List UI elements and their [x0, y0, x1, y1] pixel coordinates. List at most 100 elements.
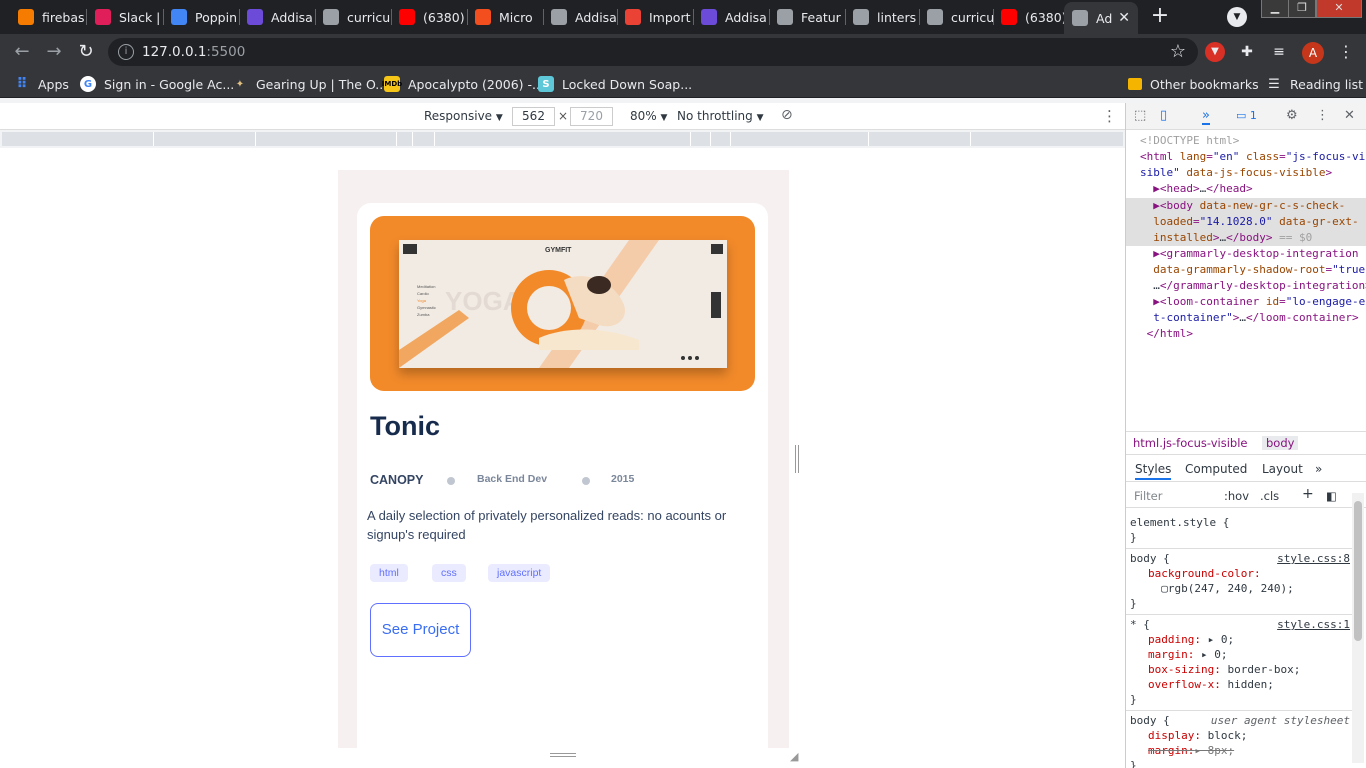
rule-source-link[interactable]: user agent stylesheet: [1211, 713, 1350, 728]
dom-node-line[interactable]: ▶<grammarly-desktop-integration: [1126, 246, 1366, 262]
tab-6[interactable]: (6380): [391, 3, 467, 31]
back-button[interactable]: ←: [10, 40, 34, 64]
toggle-sidebar-icon[interactable]: ◧: [1326, 489, 1337, 503]
css-property[interactable]: ▢rgb(247, 240, 240);: [1130, 581, 1352, 596]
forward-button[interactable]: →: [42, 40, 66, 64]
tab-14[interactable]: (6380): [993, 3, 1064, 31]
crumb-body[interactable]: body: [1262, 436, 1299, 450]
minimize-button[interactable]: ▁: [1261, 0, 1289, 18]
bookmark-locked-down[interactable]: S Locked Down Soap...: [538, 75, 692, 93]
css-property[interactable]: background-color:: [1130, 566, 1352, 581]
dom-node-line[interactable]: <!DOCTYPE html>: [1126, 133, 1366, 149]
maximize-button[interactable]: ❐: [1288, 0, 1316, 18]
tab-10[interactable]: Addisa: [693, 3, 769, 31]
browser-menu-icon[interactable]: ⋮: [1338, 42, 1354, 62]
tab-styles[interactable]: Styles: [1135, 462, 1172, 480]
crumb-html[interactable]: html.js-focus-visible: [1133, 436, 1247, 450]
styles-scrollbar[interactable]: [1352, 493, 1364, 763]
extension-shield-icon[interactable]: ▼: [1205, 42, 1225, 62]
bookmark-gearing-up[interactable]: ✦ Gearing Up | The O...: [232, 75, 387, 93]
bookmark-apps[interactable]: ⠿ Apps: [14, 75, 69, 93]
devtools-menu-icon[interactable]: ⋮: [1316, 108, 1329, 123]
site-info-icon[interactable]: i: [118, 44, 134, 60]
css-property[interactable]: margin:▸ 8px;: [1130, 743, 1352, 758]
tab-13[interactable]: curricu: [919, 3, 993, 31]
dom-node-line[interactable]: ▶<loom-container id="lo-engage-ex: [1126, 294, 1366, 310]
address-bar[interactable]: i 127.0.0.1:5500 ☆: [108, 38, 1198, 66]
tab-1[interactable]: firebas: [10, 3, 86, 31]
css-property[interactable]: box-sizing: border-box;: [1130, 662, 1352, 677]
style-rule[interactable]: * {style.css:1 padding: ▸ 0; margin: ▸ 0; b…: [1130, 617, 1352, 707]
issues-badge[interactable]: ▭ 1: [1236, 109, 1257, 122]
style-rule[interactable]: body {user agent stylesheet display: bloc…: [1130, 713, 1352, 768]
style-rule[interactable]: element.style {}: [1130, 515, 1352, 545]
tab-9[interactable]: Import: [617, 3, 693, 31]
bookmark-google-signin[interactable]: G Sign in - Google Ac...: [80, 75, 234, 93]
new-rule-icon[interactable]: +: [1302, 486, 1314, 502]
extensions-puzzle-icon[interactable]: ✚: [1237, 42, 1257, 62]
zoom-select[interactable]: 80% ▼: [630, 109, 667, 123]
tab-4[interactable]: Addisa: [239, 3, 315, 31]
dom-node-line[interactable]: loaded="14.1028.0" data-gr-ext-: [1126, 214, 1366, 230]
rotate-icon[interactable]: ⊘: [781, 107, 793, 123]
tab-2[interactable]: Slack |: [87, 3, 163, 31]
dom-node-line[interactable]: sible" data-js-focus-visible>: [1126, 165, 1366, 181]
new-tab-button[interactable]: +: [1148, 5, 1172, 29]
more-tabs-icon[interactable]: »: [1202, 108, 1210, 125]
css-property[interactable]: display: block;: [1130, 728, 1352, 743]
tab-more[interactable]: »: [1315, 462, 1322, 476]
viewport-resize-handle-right[interactable]: [795, 445, 799, 473]
tab-layout[interactable]: Layout: [1262, 462, 1303, 476]
viewport-width-input[interactable]: 562: [512, 107, 555, 126]
inspect-element-icon[interactable]: ⬚: [1134, 108, 1146, 123]
see-project-button[interactable]: See Project: [370, 603, 471, 657]
tab-5[interactable]: curricu: [315, 3, 391, 31]
url-text[interactable]: 127.0.0.1:5500: [142, 44, 245, 60]
tab-search-icon[interactable]: ▼: [1227, 7, 1247, 27]
tab-computed[interactable]: Computed: [1185, 462, 1247, 476]
scrollbar-thumb[interactable]: [1354, 501, 1362, 641]
tab-7[interactable]: Micro: [467, 3, 543, 31]
media-query-ruler[interactable]: [2, 132, 1123, 146]
tab-15[interactable]: Ad ✕: [1064, 2, 1138, 34]
dom-node-line[interactable]: <html lang="en" class="js-focus-vi: [1126, 149, 1366, 165]
bookmark-star-icon[interactable]: ☆: [1170, 41, 1186, 62]
dom-node-line[interactable]: </html>: [1126, 326, 1366, 342]
css-property[interactable]: margin: ▸ 0;: [1130, 647, 1352, 662]
style-rule[interactable]: body {style.css:8 background-color: ▢rgb(…: [1130, 551, 1352, 611]
device-mode-select[interactable]: Responsive ▼: [424, 109, 503, 123]
reading-list[interactable]: ☰ Reading list: [1266, 75, 1363, 93]
close-tab-icon[interactable]: ✕: [1118, 10, 1130, 26]
dom-node-line[interactable]: installed>…</body> == $0: [1126, 230, 1366, 246]
rule-source-link[interactable]: style.css:1: [1277, 617, 1350, 632]
device-options-icon[interactable]: ⋮: [1102, 107, 1117, 125]
close-devtools-icon[interactable]: ✕: [1344, 108, 1355, 123]
viewport-height-input[interactable]: 720: [570, 107, 613, 126]
close-window-button[interactable]: ✕: [1316, 0, 1362, 18]
css-property[interactable]: padding: ▸ 0;: [1130, 632, 1352, 647]
viewport-resize-corner[interactable]: ◢: [790, 750, 804, 764]
hov-toggle[interactable]: :hov: [1224, 489, 1249, 503]
bookmark-apocalypto[interactable]: IMDb Apocalypto (2006) -...: [382, 75, 544, 93]
cls-toggle[interactable]: .cls: [1260, 489, 1279, 503]
tab-11[interactable]: Featur: [769, 3, 845, 31]
device-toggle-icon[interactable]: ▯: [1160, 108, 1167, 123]
css-property[interactable]: overflow-x: hidden;: [1130, 677, 1352, 692]
profile-avatar[interactable]: A: [1302, 42, 1324, 64]
other-bookmarks[interactable]: Other bookmarks: [1128, 75, 1259, 93]
reload-button[interactable]: ↻: [74, 40, 98, 64]
throttling-select[interactable]: No throttling ▼: [677, 109, 764, 123]
rule-source-link[interactable]: style.css:8: [1277, 551, 1350, 566]
dom-node-line[interactable]: ▶<body data-new-gr-c-s-check-: [1126, 198, 1366, 214]
dom-node-line[interactable]: data-grammarly-shadow-root="true">: [1126, 262, 1366, 278]
styles-filter-input[interactable]: Filter: [1134, 489, 1162, 503]
dom-node-line[interactable]: t-container">…</loom-container>: [1126, 310, 1366, 326]
tab-8[interactable]: Addisa: [543, 3, 617, 31]
dom-node-line[interactable]: …</grammarly-desktop-integration>: [1126, 278, 1366, 294]
tab-12[interactable]: linters: [845, 3, 919, 31]
tab-3[interactable]: Poppin: [163, 3, 239, 31]
settings-gear-icon[interactable]: ⚙: [1286, 108, 1298, 123]
dom-node-line[interactable]: ▶<head>…</head>: [1126, 181, 1366, 197]
media-queue-icon[interactable]: ≡: [1269, 42, 1289, 62]
viewport-resize-handle-bottom[interactable]: [550, 753, 576, 757]
